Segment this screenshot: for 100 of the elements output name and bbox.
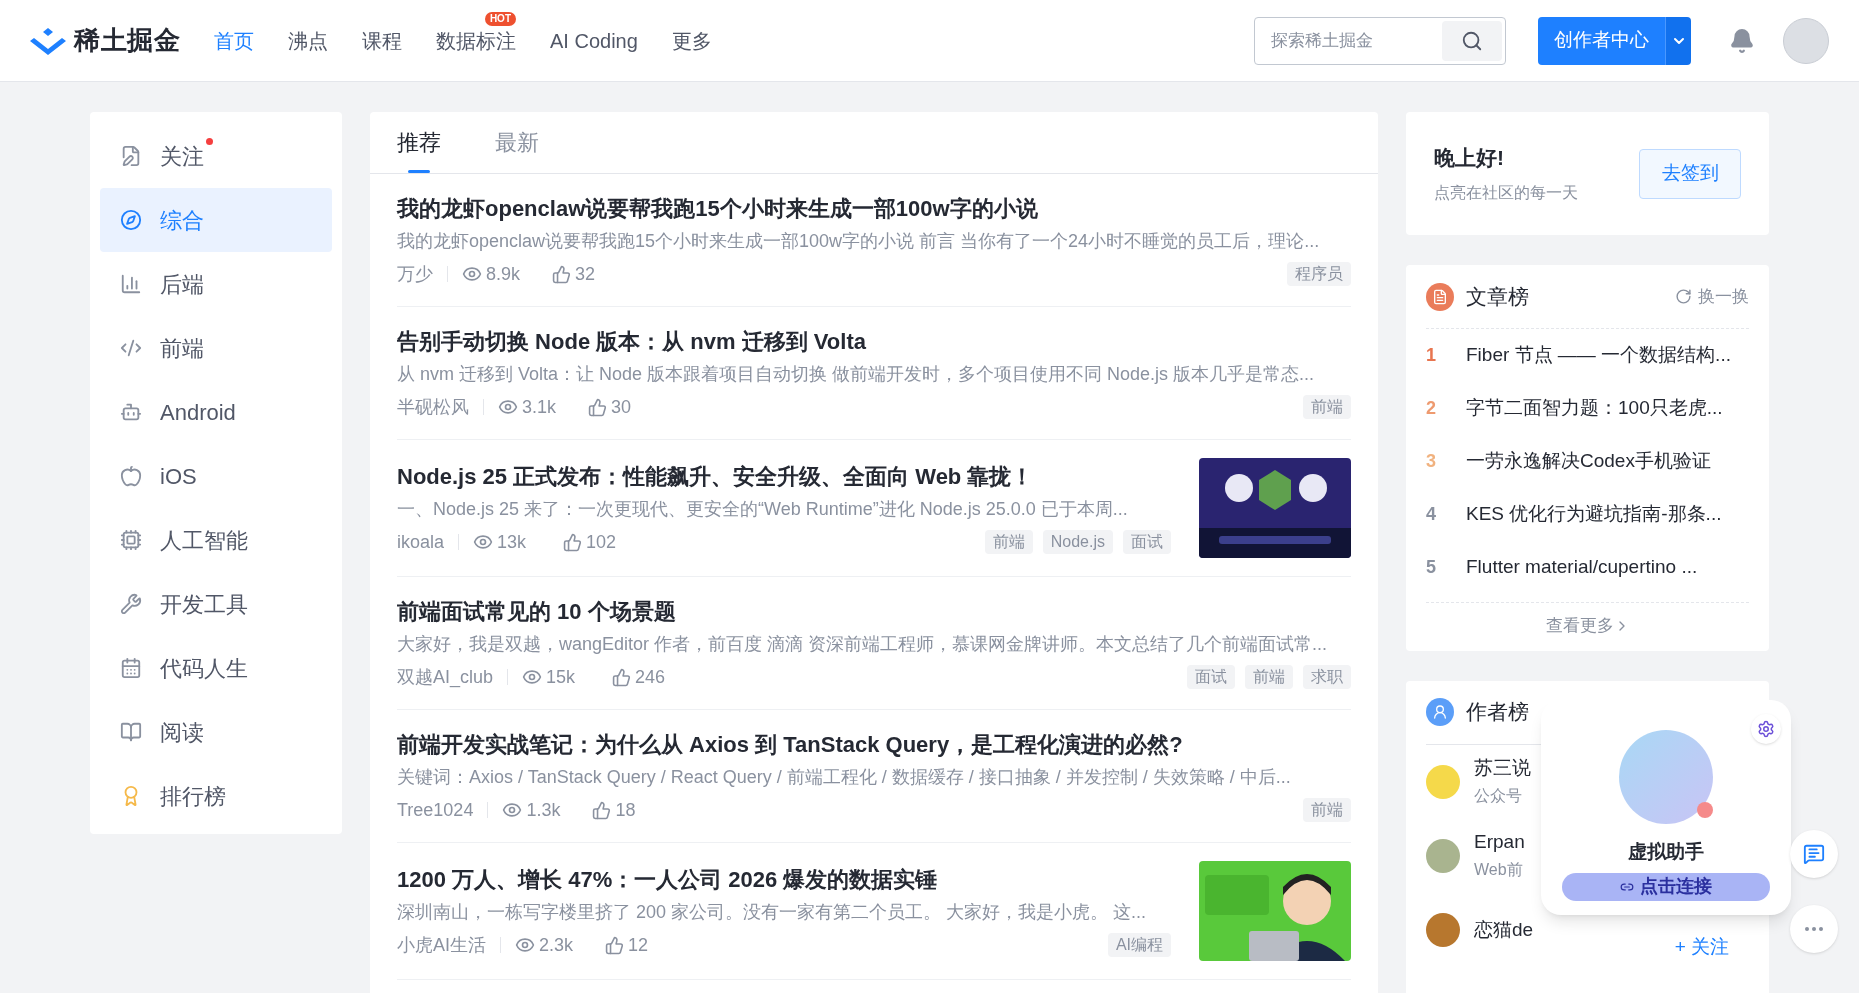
author-name[interactable]: Erpan <box>1474 827 1525 856</box>
like-count: 18 <box>615 799 636 822</box>
views-icon <box>522 667 543 687</box>
author-description: 公众号 <box>1474 785 1523 806</box>
article-abstract: 从 nvm 迁移到 Volta：让 Node 版本跟着项目自动切换 做前端开发时，多个项目使用不同 Node.js 版本几乎是常态... <box>397 363 1316 386</box>
follow-button[interactable]: + 关注 <box>1674 932 1729 961</box>
author-avatar[interactable] <box>1426 912 1460 947</box>
sidebar-item[interactable]: 后端 <box>100 252 332 316</box>
author-name[interactable]: 苏三说 <box>1474 753 1531 782</box>
nav-link[interactable]: 更多 <box>671 29 712 52</box>
views-icon <box>498 397 518 417</box>
view-count: 8.9k <box>486 263 522 286</box>
view-count: 2.3k <box>539 934 575 957</box>
article-title[interactable]: 前端面试常见的 10 个场景题 <box>397 595 1351 629</box>
article-abstract: 一、Node.js 25 来了：一次更现代、更安全的“Web Runtime”进化 Node.js 25.0.0 已于本周... <box>397 498 1129 521</box>
category-icon <box>120 721 142 743</box>
more-icon <box>1805 927 1823 931</box>
category-icon <box>120 529 142 551</box>
search-button[interactable] <box>1442 20 1502 61</box>
sidebar-item[interactable]: 关注 <box>100 124 332 188</box>
like-count: 32 <box>575 263 596 286</box>
article-title[interactable]: 告别手动切换 Node 版本：从 nvm 迁移到 Volta <box>397 325 1351 359</box>
nav-link[interactable]: 课程 <box>362 29 402 52</box>
sidebar-item[interactable]: 排行榜 <box>100 764 332 828</box>
like-icon[interactable] <box>592 800 612 820</box>
ranking-item[interactable]: 5 Flutter material/cupertino ... <box>1426 541 1749 594</box>
article-title[interactable]: Node.js 25 正式发布：性能飙升、安全升级、全面向 Web 靠拢！ <box>397 460 1171 494</box>
author-description: Web前 <box>1474 859 1524 880</box>
view-count: 1.3k <box>526 799 562 822</box>
like-icon[interactable] <box>588 397 607 417</box>
nav-link[interactable]: 数据标注 <box>436 29 516 52</box>
assistant-name: 虚拟助手 <box>1628 840 1704 864</box>
settings-icon <box>1757 720 1775 738</box>
settings-button[interactable] <box>1751 714 1781 744</box>
rank-number: 2 <box>1426 397 1437 420</box>
view-count: 13k <box>497 531 528 554</box>
connect-button[interactable]: 点击连接 <box>1562 872 1770 901</box>
hot-badge: HOT <box>484 11 516 26</box>
author-name[interactable]: 恋猫de <box>1474 915 1534 944</box>
ranking-item[interactable]: 4 KES 优化行为避坑指南-那条... <box>1426 488 1749 541</box>
greeting-subtitle: 点亮在社区的每一天 <box>1434 183 1579 204</box>
sidebar-item[interactable]: 人工智能 <box>100 508 332 572</box>
greeting-title: 晚上好! <box>1434 144 1505 171</box>
views-icon <box>502 800 523 820</box>
article-abstract: 关键词：Axios / TanStack Query / React Query / 前端工程化 / 数据缓存 / 接口抽象 / 并发控制 / 失效策略 / 中后... <box>397 766 1292 789</box>
article-abstract: 我的龙虾openclaw说要帮我跑15个小时来生成一部100w字的小说 前言 当你有了一个24小时不睡觉的员工后，理论... <box>397 230 1321 253</box>
sidebar-item[interactable]: 阅读 <box>100 700 332 764</box>
view-count: 15k <box>546 666 577 689</box>
rank-number: 5 <box>1426 556 1437 579</box>
views-icon <box>515 935 535 955</box>
article-title[interactable]: 前端开发实战笔记：为什么从 Axios 到 TanStack Query，是工程化演进的必然? <box>397 728 1351 762</box>
sidebar-item[interactable]: 前端 <box>100 316 332 380</box>
like-icon[interactable] <box>612 667 632 687</box>
ranking-item[interactable]: 1 Fiber 节点 —— 一个数据结构... <box>1426 329 1749 382</box>
creator-center-button[interactable]: 创作者中心 <box>1538 16 1665 65</box>
logo-icon <box>30 25 66 56</box>
sidebar-item[interactable]: 代码人生 <box>100 636 332 700</box>
sidebar-item[interactable]: Android <box>100 380 332 444</box>
category-icon <box>120 337 142 359</box>
author-avatar[interactable] <box>1426 838 1460 873</box>
like-icon[interactable] <box>605 935 624 955</box>
category-icon <box>120 209 142 231</box>
dropdown-button[interactable] <box>1665 16 1691 65</box>
board-icon <box>1426 282 1454 311</box>
rank-number: 1 <box>1426 344 1437 367</box>
feed-tab[interactable]: 推荐 <box>397 112 441 173</box>
logo-text[interactable]: 稀土掘金 <box>74 21 181 60</box>
views-icon <box>462 264 482 284</box>
search-field[interactable]: 探索稀土掘金 <box>1254 16 1506 65</box>
like-count: 30 <box>611 396 632 419</box>
like-count: 246 <box>635 666 666 689</box>
feedback-button[interactable] <box>1790 830 1838 878</box>
views-icon <box>473 532 494 552</box>
refresh-icon <box>1675 288 1692 305</box>
ranking-item[interactable]: 3 一劳永逸解决Codex手机验证 <box>1426 435 1749 488</box>
sidebar-item[interactable]: iOS <box>100 444 332 508</box>
rank-number: 4 <box>1426 503 1437 526</box>
article-abstract: 大家好，我是双越，wangEditor 作者，前百度 滴滴 资深前端工程师，慕课网金牌讲师。本文总结了几个前端面试常... <box>397 633 1329 656</box>
category-icon <box>120 465 142 487</box>
nav-link[interactable]: 沸点 <box>288 29 328 52</box>
like-icon[interactable] <box>563 532 583 552</box>
rank-number: 3 <box>1426 450 1437 473</box>
bell-icon[interactable] <box>1729 27 1755 54</box>
search-icon <box>1461 29 1483 52</box>
sidebar-item[interactable]: 开发工具 <box>100 572 332 636</box>
check-in-button[interactable]: 去签到 <box>1639 148 1741 199</box>
article-title[interactable]: 我的龙虾openclaw说要帮我跑15个小时来生成一部100w字的小说 <box>397 192 1351 226</box>
article-abstract: 深圳南山，一栋写字楼里挤了 200 家公司。没有一家有第二个员工。 大家好，我是小虎。 这... <box>397 901 1148 924</box>
article-title[interactable]: 1200 万人、增长 47%：一人公司 2026 爆发的数据实锤 <box>397 863 1171 897</box>
category-icon <box>120 593 142 615</box>
board-title: 作者榜 <box>1466 699 1529 726</box>
category-icon <box>120 401 142 423</box>
view-count: 3.1k <box>522 396 558 419</box>
nav-link[interactable]: 首页 <box>214 29 254 52</box>
like-icon[interactable] <box>552 264 571 284</box>
like-count: 12 <box>628 934 649 957</box>
ranking-item[interactable]: 2 字节二面智力题：100只老虎... <box>1426 382 1749 435</box>
like-count: 102 <box>586 531 617 554</box>
board-title: 文章榜 <box>1466 283 1529 310</box>
nav-link[interactable]: AI Coding <box>550 29 638 52</box>
